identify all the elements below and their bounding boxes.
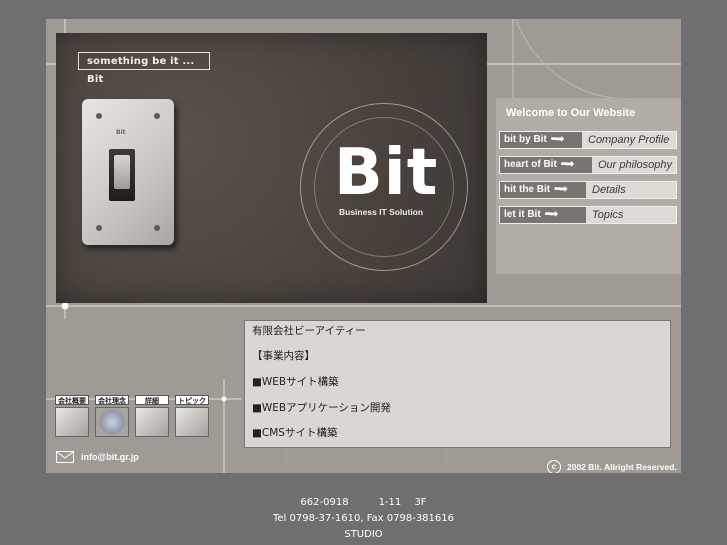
service-item: ■WEBアプリケーション開発: [252, 402, 391, 414]
arrow-icon: ••➡: [544, 209, 558, 220]
nav-label: heart of Bit ••➡: [500, 157, 592, 173]
footer-studio-line: STUDIO: [344, 529, 383, 540]
tagline: something be it ... Bit: [78, 52, 210, 85]
switch-brand: Bit: [116, 129, 126, 136]
toggle-lever: [114, 155, 130, 189]
icon-label: 会社概要: [55, 395, 89, 405]
service-item: ■WEBサイト構築: [252, 376, 339, 388]
light-switch-image: Bit: [82, 99, 174, 245]
screw-icon: [154, 113, 160, 119]
nav-label-text: bit by Bit: [504, 134, 547, 145]
brand-logo: Bit: [334, 136, 439, 210]
copyright-icon: c: [547, 460, 561, 473]
nav-link-text[interactable]: Company Profile: [582, 132, 676, 148]
nav-details[interactable]: hit the Bit ••➡ Details: [499, 181, 677, 199]
icon-label: 会社理念: [95, 395, 129, 405]
screw-icon: [96, 113, 102, 119]
nav-link-text[interactable]: Our philosophy: [592, 157, 676, 173]
pushpin-icon: [175, 407, 209, 437]
brand-subtitle: Business IT Solution: [339, 207, 424, 217]
welcome-title: Welcome to Our Website: [506, 107, 636, 119]
hero-image: something be it ... Bit Bit Bit Business…: [56, 33, 487, 303]
footer-phone-line: Tel 0798-37-1610, Fax 0798-381616: [272, 513, 454, 524]
email-link[interactable]: info@bit.gr.jp: [56, 451, 139, 463]
arrow-icon: ••➡: [554, 184, 567, 195]
nav-topics[interactable]: let it Bit ••➡ Topics: [499, 206, 677, 224]
site-panel: something be it ... Bit Bit Bit Business…: [46, 19, 681, 473]
arrow-icon: ••➡: [550, 134, 564, 145]
copyright: c 2002 Bit. Allright Reserved.: [547, 460, 677, 473]
footer-address-line: 662-0918 1-11 3F: [300, 497, 427, 508]
nav-link-text[interactable]: Topics: [586, 207, 676, 223]
nav-label-text: let it Bit: [504, 209, 541, 220]
switch-icon: [55, 407, 89, 437]
nav-label-text: heart of Bit: [504, 159, 557, 170]
nav-label: hit the Bit ••➡: [500, 182, 586, 198]
company-info-box: 有限会社ビーアイティー 【事業内容】 ■WEBサイト構築 ■WEBアプリケーショ…: [244, 320, 671, 448]
icon-button-company-profile[interactable]: 会社概要: [55, 395, 89, 437]
globe-icon: [95, 407, 129, 437]
nav-our-philosophy[interactable]: heart of Bit ••➡ Our philosophy: [499, 156, 677, 174]
footer-address: 662-0918 1-11 3F Tel 0798-37-1610, Fax 0…: [0, 495, 727, 543]
screw-icon: [96, 225, 102, 231]
nav-label-text: hit the Bit: [504, 184, 551, 195]
nav-label: bit by Bit ••➡: [500, 132, 582, 148]
icon-label: トピックス: [175, 395, 209, 405]
pin-icon: [135, 407, 169, 437]
company-name: 有限会社ビーアイティー: [252, 325, 366, 337]
nav-link-text[interactable]: Details: [586, 182, 676, 198]
screw-icon: [154, 225, 160, 231]
icon-label: 詳細: [135, 395, 169, 405]
nav-label: let it Bit ••➡: [500, 207, 586, 223]
mail-icon: [56, 451, 74, 463]
icon-button-details[interactable]: 詳細: [135, 395, 169, 437]
icon-button-topics[interactable]: トピックス: [175, 395, 209, 437]
arrow-icon: ••➡: [560, 159, 574, 170]
email-address: info@bit.gr.jp: [81, 452, 139, 462]
nav-company-profile[interactable]: bit by Bit ••➡ Company Profile: [499, 131, 677, 149]
business-heading: 【事業内容】: [252, 350, 315, 362]
service-item: ■CMSサイト構築: [252, 427, 338, 439]
copyright-text: 2002 Bit. Allright Reserved.: [567, 462, 677, 472]
icon-button-philosophy[interactable]: 会社理念: [95, 395, 129, 437]
